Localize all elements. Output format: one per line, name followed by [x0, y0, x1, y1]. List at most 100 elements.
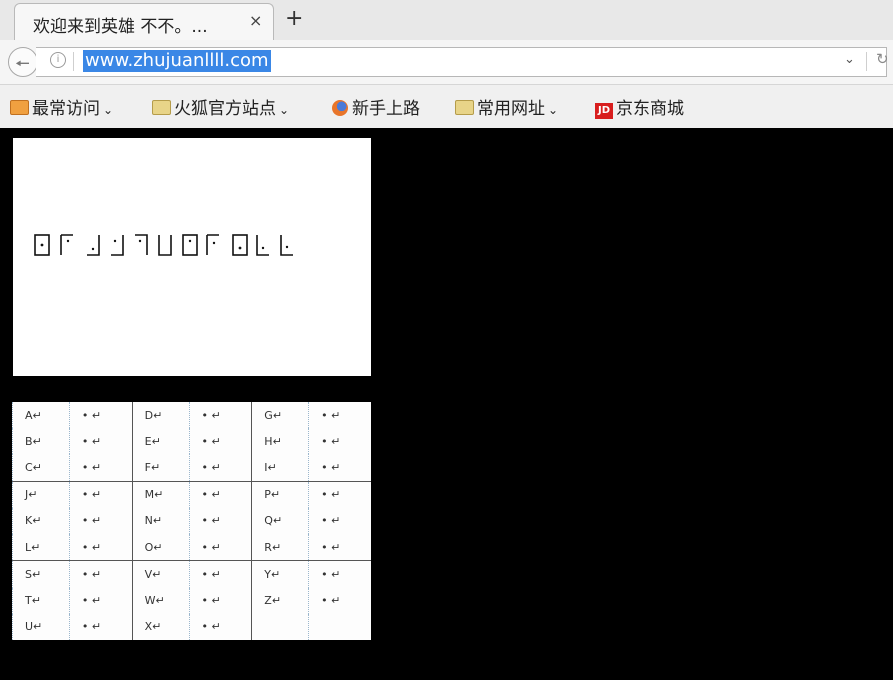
table-cell-marker: • ↵	[308, 454, 371, 482]
chevron-down-icon: ⌄	[279, 103, 290, 117]
bookmark-getting-started[interactable]: 新手上路	[332, 94, 420, 119]
table-cell-marker: • ↵	[68, 613, 133, 640]
cipher-glyph	[256, 235, 269, 256]
table-cell-marker: • ↵	[68, 428, 133, 455]
cipher-glyph	[111, 235, 124, 256]
table-cell-letter: R↵	[251, 534, 309, 561]
table-row: J↵ • ↵ M↵ • ↵ P↵ • ↵	[12, 480, 371, 508]
tab-active[interactable]: 欢迎来到英雄 不不。... ×	[14, 3, 274, 41]
table-cell-marker: • ↵	[68, 534, 133, 561]
url-separator	[73, 52, 74, 71]
bookmark-firefox-official[interactable]: 火狐官方站点 ⌄	[152, 94, 289, 119]
table-cell-letter: Z↵	[251, 587, 309, 614]
table-cell-marker: • ↵	[308, 507, 371, 535]
table-cell-marker: • ↵	[68, 587, 133, 614]
back-button[interactable]: 🠔	[8, 47, 38, 77]
cipher-glyph	[60, 234, 73, 255]
navigation-bar: 🠔 i www.zhujuanllll.com ⌄ ↻	[0, 40, 893, 85]
table-cell-letter: M↵	[131, 480, 190, 508]
table-row: K↵ • ↵ N↵ • ↵ Q↵ • ↵	[12, 507, 371, 535]
table-cell-letter: O↵	[131, 534, 190, 561]
cipher-glyph	[87, 235, 100, 256]
table-cell-marker: • ↵	[308, 587, 371, 614]
bookmark-jd-mall[interactable]: JD 京东商城	[595, 94, 684, 119]
table-cell-marker: • ↵	[188, 402, 252, 429]
table-cell-marker: • ↵	[188, 613, 252, 640]
table-cell-letter: X↵	[131, 613, 190, 640]
table-row: S↵ • ↵ V↵ • ↵ Y↵ • ↵	[12, 560, 371, 588]
table-cell-marker: • ↵	[68, 454, 133, 482]
folder-icon	[152, 100, 171, 115]
table-cell-marker: • ↵	[308, 402, 371, 429]
table-row: A↵ • ↵ D↵ • ↵ G↵ • ↵	[12, 402, 371, 429]
table-cell-letter: Q↵	[251, 507, 309, 535]
table-cell-marker: • ↵	[68, 402, 133, 429]
table-cell-letter: L↵	[12, 534, 70, 561]
table-cell-marker: • ↵	[308, 428, 371, 455]
firefox-icon	[332, 100, 348, 116]
url-text[interactable]: www.zhujuanllll.com	[83, 50, 271, 72]
table-cell-letter: U↵	[12, 613, 70, 640]
table-cell-letter: Y↵	[251, 560, 309, 588]
reload-icon[interactable]: ↻	[876, 50, 889, 68]
table-cell-letter: D↵	[131, 402, 190, 429]
tab-title: 欢迎来到英雄 不不。...	[33, 17, 208, 37]
folder-orange-icon	[10, 100, 29, 115]
bookmark-common-sites[interactable]: 常用网址 ⌄	[455, 94, 558, 119]
table-cell-letter: W↵	[131, 587, 190, 614]
new-tab-icon[interactable]: +	[285, 6, 303, 31]
cipher-glyph	[206, 234, 219, 255]
table-cell-marker: • ↵	[188, 534, 252, 561]
table-cell-letter: V↵	[131, 560, 190, 588]
cipher-key-table: A↵ • ↵ D↵ • ↵ G↵ • ↵ B↵ • ↵ E↵ • ↵ H↵ • ↵ C↵ • ↵ F↵ • ↵…	[12, 402, 371, 640]
cipher-glyph	[158, 235, 172, 256]
table-cell-marker: • ↵	[188, 480, 252, 508]
table-cell-marker: • ↵	[188, 560, 252, 588]
cipher-glyph	[280, 235, 293, 256]
table-row: C↵ • ↵ F↵ • ↵ I↵ • ↵	[12, 454, 371, 482]
tab-bar: 欢迎来到英雄 不不。... × +	[0, 0, 893, 41]
table-cell-letter: G↵	[251, 402, 309, 429]
table-cell-marker: • ↵	[308, 534, 371, 561]
cipher-glyph	[232, 234, 248, 256]
bookmark-most-visited[interactable]: 最常访问 ⌄	[10, 94, 113, 119]
url-bar[interactable]: i www.zhujuanllll.com ⌄ ↻	[36, 47, 889, 77]
url-separator-right	[866, 52, 867, 71]
folder-icon	[455, 100, 474, 115]
chevron-down-icon: ⌄	[103, 103, 114, 117]
cipher-glyph	[135, 234, 148, 255]
jd-icon: JD	[595, 103, 613, 119]
bookmarks-toolbar: 最常访问 ⌄ 火狐官方站点 ⌄ 新手上路 常用网址 ⌄ JD 京东商城	[0, 85, 893, 128]
table-cell-letter	[251, 613, 309, 640]
table-row: B↵ • ↵ E↵ • ↵ H↵ • ↵	[12, 428, 371, 455]
table-cell-letter: H↵	[251, 428, 309, 455]
table-cell-letter: B↵	[12, 428, 70, 455]
table-cell-letter: A↵	[12, 402, 70, 429]
table-cell-marker	[308, 613, 371, 640]
table-row: T↵ • ↵ W↵ • ↵ Z↵ • ↵	[12, 587, 371, 614]
table-cell-letter: C↵	[12, 454, 70, 482]
close-tab-icon[interactable]: ×	[249, 11, 262, 30]
cipher-image	[13, 138, 371, 376]
table-cell-marker: • ↵	[188, 507, 252, 535]
table-cell-letter: N↵	[131, 507, 190, 535]
table-cell-marker: • ↵	[308, 480, 371, 508]
table-cell-letter: E↵	[131, 428, 190, 455]
table-cell-marker: • ↵	[308, 560, 371, 588]
info-icon[interactable]: i	[50, 52, 66, 68]
table-cell-letter: P↵	[251, 480, 309, 508]
cipher-glyph	[34, 234, 50, 256]
table-cell-letter: J↵	[12, 480, 70, 508]
table-cell-letter: S↵	[12, 560, 70, 588]
table-cell-marker: • ↵	[188, 454, 252, 482]
table-cell-letter: T↵	[12, 587, 70, 614]
back-arrow-icon: 🠔	[15, 54, 30, 74]
table-cell-letter: F↵	[131, 454, 190, 482]
pigpen-cipher-glyphs	[34, 234, 293, 256]
chevron-down-icon: ⌄	[548, 103, 559, 117]
chevron-down-icon[interactable]: ⌄	[844, 52, 855, 67]
table-cell-letter: K↵	[12, 507, 70, 535]
browser-chrome: 欢迎来到英雄 不不。... × + 🠔 i www.zhujuanllll.co…	[0, 0, 893, 128]
table-cell-marker: • ↵	[68, 507, 133, 535]
table-cell-marker: • ↵	[188, 428, 252, 455]
